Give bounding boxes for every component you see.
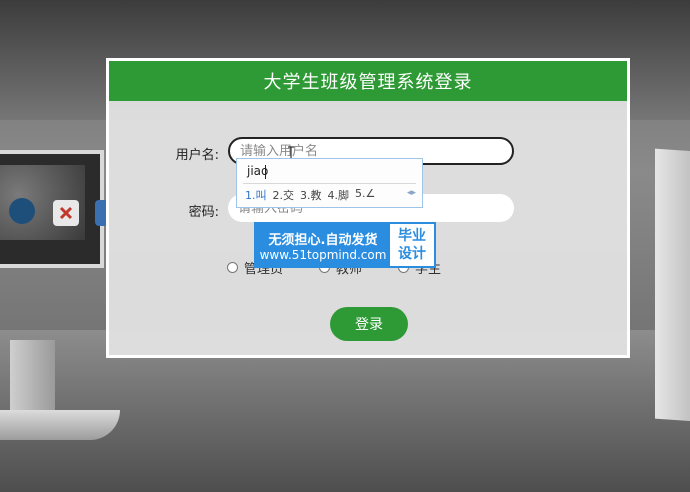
background-monitor-stand xyxy=(10,340,55,420)
login-panel: 大学生班级管理系统登录 用户名: 密码: 管理员 教师 学生 登录 xyxy=(106,58,630,358)
ime-candidate-window: jiao 1.叫 2.交 3.教 4.脚 5.∠ ◂▸ xyxy=(236,158,423,208)
ad-badge-line: 毕业 xyxy=(398,228,426,244)
login-button[interactable]: 登录 xyxy=(330,307,408,341)
play-icon xyxy=(9,198,35,224)
ime-divider xyxy=(243,183,416,184)
ime-candidate[interactable]: 5.∠ xyxy=(355,187,375,203)
ime-caret xyxy=(265,165,266,179)
ime-candidate[interactable]: 3.教 xyxy=(300,187,322,203)
ime-page-arrows-icon[interactable]: ◂▸ xyxy=(407,188,416,198)
login-title: 大学生班级管理系统登录 xyxy=(109,61,627,101)
watermark-ad-banner: 无须担心.自动发货 www.51topmind.com 毕业 设计 xyxy=(254,222,436,268)
ad-slogan: 无须担心.自动发货 xyxy=(268,232,378,248)
radio-button[interactable] xyxy=(227,262,238,273)
ime-candidate-list: 1.叫 2.交 3.教 4.脚 5.∠ xyxy=(245,187,375,203)
ad-url: www.51topmind.com xyxy=(259,247,387,262)
ad-badge-line: 设计 xyxy=(398,246,426,262)
ime-candidate[interactable]: 2.交 xyxy=(273,187,295,203)
background-monitor-base xyxy=(0,410,120,440)
ime-candidate[interactable]: 4.脚 xyxy=(328,187,350,203)
close-icon xyxy=(53,200,79,226)
ad-text-block: 无须担心.自动发货 www.51topmind.com xyxy=(256,224,390,266)
username-label: 用户名: xyxy=(175,148,219,163)
ime-candidate[interactable]: 1.叫 xyxy=(245,187,267,203)
ad-badge: 毕业 设计 xyxy=(390,224,434,266)
background-right-panel xyxy=(655,148,690,422)
password-label: 密码: xyxy=(188,205,219,220)
